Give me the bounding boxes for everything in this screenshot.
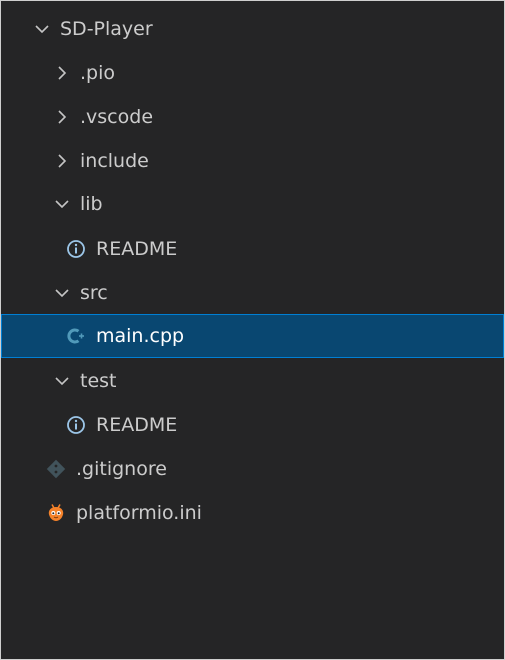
tree-item-pio[interactable]: .pio	[1, 51, 504, 95]
chevron-down-icon	[53, 195, 71, 213]
chevron-right-icon	[53, 152, 71, 170]
tree-item-label: lib	[80, 192, 103, 215]
chevron-down-icon	[53, 372, 71, 390]
tree-item-lib[interactable]: lib	[1, 182, 504, 226]
git-icon	[46, 459, 66, 479]
tree-item-sd-player[interactable]: SD-Player	[1, 7, 504, 51]
tree-item-label: SD-Player	[60, 17, 153, 40]
tree-item-platformio-ini[interactable]: platformio.ini	[1, 491, 504, 535]
cpp-icon	[66, 326, 86, 346]
tree-item-include[interactable]: include	[1, 139, 504, 183]
tree-item-label: include	[80, 149, 149, 172]
tree-item-vscode[interactable]: .vscode	[1, 95, 504, 139]
tree-item-label: .vscode	[80, 105, 154, 128]
tree-item-main-cpp[interactable]: main.cpp	[1, 314, 504, 358]
tree-item-label: main.cpp	[96, 324, 185, 347]
tree-item-test[interactable]: test	[1, 359, 504, 403]
tree-item-label: README	[96, 413, 178, 436]
platformio-icon	[46, 503, 66, 523]
tree-item-label: .gitignore	[76, 457, 167, 480]
tree-item-label: src	[80, 281, 108, 304]
file-explorer: SD-Player .pio .vscode include lib READM…	[0, 0, 505, 660]
chevron-down-icon	[53, 284, 71, 302]
tree-item-label: platformio.ini	[76, 501, 202, 524]
tree-item-src[interactable]: src	[1, 271, 504, 315]
tree-item-label: README	[96, 237, 178, 260]
chevron-right-icon	[53, 108, 71, 126]
tree-item-gitignore[interactable]: .gitignore	[1, 447, 504, 491]
info-icon	[66, 239, 86, 259]
tree-item-test-readme[interactable]: README	[1, 403, 504, 447]
chevron-down-icon	[33, 20, 51, 38]
info-icon	[66, 415, 86, 435]
tree-item-label: test	[80, 369, 117, 392]
chevron-right-icon	[53, 64, 71, 82]
tree-item-lib-readme[interactable]: README	[1, 227, 504, 271]
tree-item-label: .pio	[80, 61, 116, 84]
